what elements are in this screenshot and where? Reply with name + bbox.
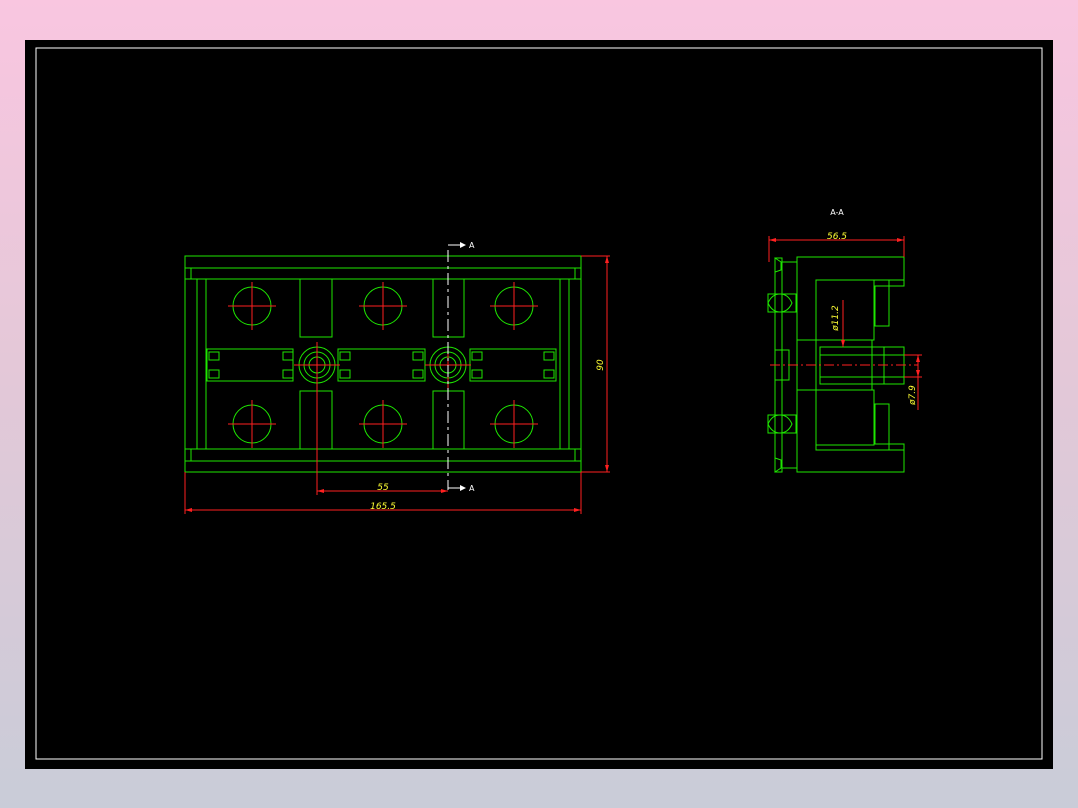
hole: [228, 400, 276, 448]
screw-boss: [294, 342, 340, 388]
slot: [299, 390, 333, 450]
dimension-bore-small: ø7.9: [904, 354, 922, 410]
slot: [299, 278, 333, 338]
hole: [228, 282, 276, 330]
front-view: A A 90 55 165.5: [184, 241, 610, 514]
section-marker-top: A: [469, 241, 475, 250]
hole: [359, 282, 407, 330]
terminal-block: [337, 348, 426, 382]
section-marker-bottom: A: [469, 484, 475, 493]
hole: [490, 282, 538, 330]
dim-width-text: 165.5: [370, 502, 396, 512]
rib: [874, 285, 890, 327]
rib: [874, 403, 890, 445]
terminal-block: [206, 348, 294, 382]
dim-section-width-text: 56.5: [827, 232, 847, 242]
hole: [359, 400, 407, 448]
terminal-block: [469, 348, 557, 382]
dimension-height: 90: [581, 255, 610, 473]
cad-drawing: A A 90 55 165.5 A-A 56.5 ø11.2 ø7.9: [35, 47, 1043, 760]
section-title: A-A: [830, 208, 844, 217]
dim-bore-large-text: ø11.2: [831, 305, 841, 332]
section-view: A-A 56.5 ø11.2 ø7.9: [767, 208, 922, 473]
drawing-frame: [35, 47, 1043, 760]
dim-height-text: 90: [596, 359, 606, 371]
dim-pitch-text: 55: [377, 483, 389, 493]
hole: [490, 400, 538, 448]
dim-bore-small-text: ø7.9: [908, 385, 918, 406]
dimension-width: 165.5: [184, 472, 582, 514]
